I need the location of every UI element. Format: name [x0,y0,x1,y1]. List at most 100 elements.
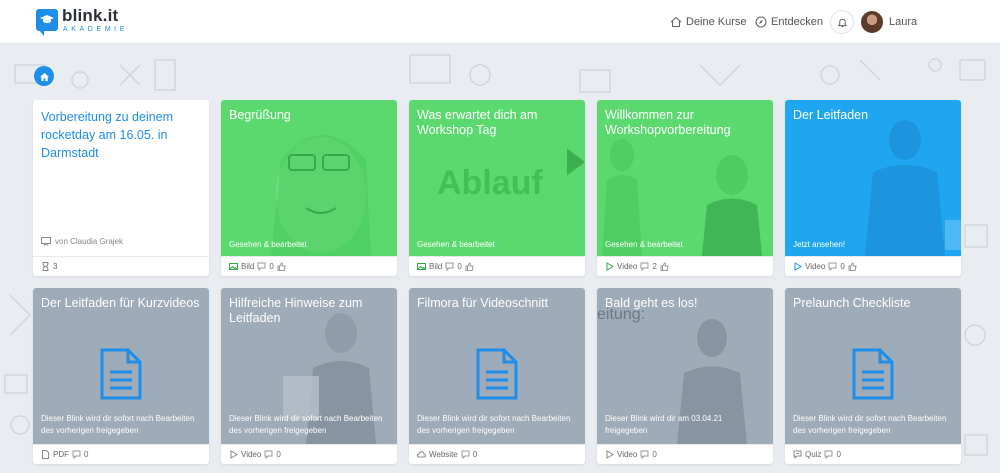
home-button[interactable] [34,66,54,86]
course-author: von Claudia Grajek [41,237,123,246]
notifications-button[interactable] [830,10,854,34]
card-footer: Video 0 [221,444,397,464]
comment-count: 0 [269,262,274,271]
blink-title: Der Leitfaden [793,108,869,122]
blink-status: Dieser Blink wird dir sofort nach Bearbe… [41,414,195,435]
comment-icon [72,450,81,459]
blink-card-prelaunch[interactable]: Prelaunch Checkliste Dieser Blink wird d… [785,288,961,464]
blink-type: Video [241,450,262,459]
bell-icon [837,18,847,27]
course-intro-card[interactable]: Vorbereitung zu deinem rocketday am 16.0… [33,100,209,276]
comment-count: 0 [84,450,89,459]
comment-count: 0 [276,450,281,459]
nav-discover[interactable]: Entdecken [755,0,823,44]
nav-discover-label: Entdecken [771,16,823,28]
top-bar: blink.it AKADEMIE Deine Kurse Entdecken … [0,0,1000,44]
card-footer: Bild 0 [409,256,585,276]
image-icon [229,263,238,270]
play-icon [794,262,802,271]
image-icon [417,263,426,270]
nav-courses-label: Deine Kurse [686,16,747,28]
card-footer: Video 0 [785,256,961,276]
blink-card-greeting[interactable]: Begrüßung Gesehen & bearbeitet Bild 0 [221,100,397,276]
compass-icon [755,16,767,28]
comment-icon [257,262,266,271]
blink-status: Gesehen & bearbeitet [605,240,683,249]
thumbs-up-icon[interactable] [660,262,669,271]
thumbnail-presenter-photo [865,120,961,256]
card-footer: Bild 0 [221,256,397,276]
blink-count: 3 [53,262,58,271]
thumbs-up-icon[interactable] [848,262,857,271]
blink-title: Filmora für Videoschnitt [417,296,549,310]
document-icon [100,348,142,400]
home-icon [670,16,682,28]
avatar[interactable] [861,11,883,33]
thumbs-up-icon[interactable] [465,262,474,271]
comment-icon [264,450,273,459]
comment-icon [640,450,649,459]
blink-type: Bild [241,262,255,271]
blink-type: Website [429,450,458,459]
comment-count: 2 [652,262,657,271]
blink-status: Gesehen & bearbeitet [229,240,307,249]
comment-icon [640,262,649,271]
blink-card-guide-pdf[interactable]: Der Leitfaden für Kurzvideos Dieser Blin… [33,288,209,464]
card-footer: PDF 0 [33,444,209,464]
blink-card-filmora[interactable]: Filmora für Videoschnitt Dieser Blink wi… [409,288,585,464]
play-icon [606,450,614,459]
blink-card-hints[interactable]: Hilfreiche Hinweise zum Leitfaden Dieser… [221,288,397,464]
blink-type: Bild [429,262,443,271]
author-name: von Claudia Grajek [55,237,124,246]
comment-icon [445,262,454,271]
play-icon [606,262,614,271]
comment-icon [824,450,833,459]
blink-type: Video [617,262,638,271]
card-footer: 3 [33,256,209,276]
user-name[interactable]: Laura [889,16,917,28]
blink-card-workshop-day[interactable]: Ablauf Was erwartet dich am Workshop Tag… [409,100,585,276]
comment-count: 0 [457,262,462,271]
card-footer: Website 0 [409,444,585,464]
comment-count: 0 [840,262,845,271]
brand-name: blink.it [62,6,119,25]
document-icon [852,348,894,400]
card-footer: Video 2 [597,256,773,276]
blink-status: Jetzt ansehen! [793,240,846,249]
cloud-icon [417,451,426,458]
blink-card-guide[interactable]: Der Leitfaden Jetzt ansehen! Video 0 [785,100,961,276]
blink-title: Was erwartet dich am Workshop Tag [417,108,538,137]
presentation-icon [41,237,51,246]
blink-status: Gesehen & bearbeitet [417,240,495,249]
comment-icon [461,450,470,459]
blink-card-soon[interactable]: eitung: Bald geht es los! Dieser Blink w… [597,288,773,464]
blink-type: Video [617,450,638,459]
card-thumbnail [785,100,961,256]
blink-title: Hilfreiche Hinweise zum Leitfaden [229,296,363,325]
document-icon [476,348,518,400]
blink-type: Quiz [805,450,822,459]
comment-count: 0 [836,450,841,459]
blinkit-logo[interactable]: blink.it AKADEMIE [36,6,132,39]
brand-subtitle: AKADEMIE [63,26,128,33]
blink-title: Prelaunch Checkliste [793,296,911,310]
blink-title: Der Leitfaden für Kurzvideos [41,296,200,310]
quiz-icon [793,450,802,459]
comment-count: 0 [652,450,657,459]
nav-courses[interactable]: Deine Kurse [670,0,747,44]
blink-title: Bald geht es los! [605,296,698,310]
blink-type: PDF [53,450,69,459]
blink-title: Willkommen zur Workshopvorbereitung [605,108,731,137]
blink-card-welcome[interactable]: Willkommen zur Workshopvorbereitung Gese… [597,100,773,276]
comment-count: 0 [472,450,478,459]
card-thumbnail [221,100,397,256]
blink-status: Dieser Blink wird dir sofort nach Bearbe… [229,414,383,435]
blink-title: Begrüßung [229,108,291,122]
thumbs-up-icon[interactable] [277,262,286,271]
hourglass-icon [42,262,49,271]
blink-type: Video [805,262,826,271]
course-title: Vorbereitung zu deinem rocketday am 16.0… [41,110,174,160]
home-icon [39,72,49,81]
card-footer: Video 0 [597,444,773,464]
pdf-icon [42,450,49,459]
